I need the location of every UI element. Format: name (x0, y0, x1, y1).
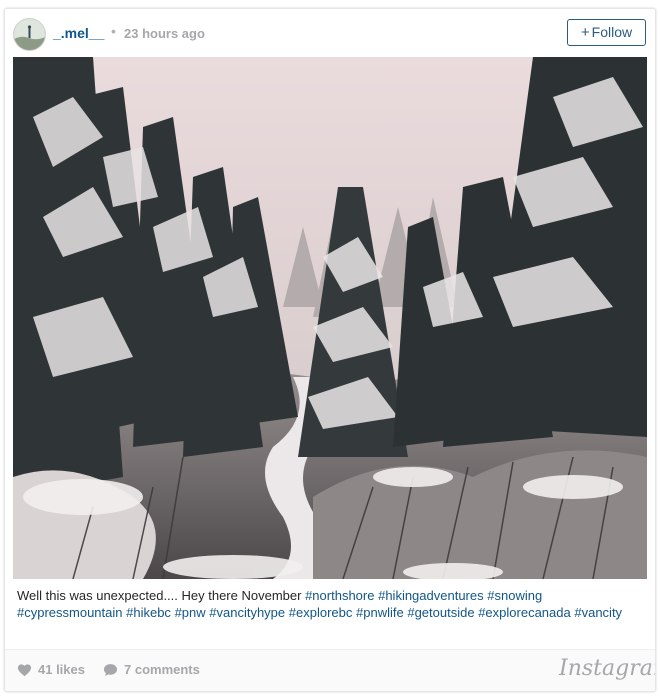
hashtag-link[interactable]: #vancity (574, 605, 622, 620)
post-photo[interactable] (13, 57, 647, 579)
hashtag-link[interactable]: #vancityhype (209, 605, 285, 620)
instagram-logo[interactable]: Instagram (559, 656, 655, 681)
hashtag-link[interactable]: #hikingadventures (378, 588, 484, 603)
comments-count: 7 comments (124, 662, 200, 677)
caption-text: Well this was unexpected.... Hey there N… (17, 588, 302, 603)
follow-label: Follow (591, 24, 633, 40)
separator-dot: • (111, 23, 116, 39)
follow-button[interactable]: + Follow (567, 19, 646, 46)
snowy-forest-image (13, 57, 647, 579)
plus-icon: + (580, 24, 590, 41)
hashtag-link[interactable]: #northshore (305, 588, 374, 603)
avatar[interactable] (13, 18, 46, 51)
post-caption: Well this was unexpected.... Hey there N… (17, 587, 643, 621)
instagram-embed-card: _.mel__ • 23 hours ago + Follow Well thi… (4, 8, 656, 692)
hashtag-link[interactable]: #pnwlife (356, 605, 404, 620)
comment-icon (103, 664, 118, 676)
hashtag-link[interactable]: #explorecanada (478, 605, 571, 620)
likes-count: 41 likes (38, 662, 85, 677)
hashtag-link[interactable]: #cypressmountain (17, 605, 123, 620)
post-header: _.mel__ • 23 hours ago + Follow (5, 9, 655, 57)
avatar-image (14, 19, 45, 50)
hashtag-link[interactable]: #hikebc (126, 605, 171, 620)
hashtag-link[interactable]: #getoutside (407, 605, 474, 620)
hashtag-link[interactable]: #explorebc (289, 605, 353, 620)
username-link[interactable]: _.mel__ (53, 25, 104, 41)
comments-link[interactable]: 7 comments (103, 662, 200, 680)
post-time: 23 hours ago (124, 26, 205, 41)
hashtag-link[interactable]: #snowing (487, 588, 542, 603)
likes-link[interactable]: 41 likes (17, 662, 85, 680)
hashtag-link[interactable]: #pnw (175, 605, 206, 620)
heart-icon (17, 664, 32, 677)
post-footer: 41 likes 7 comments Instagram (5, 649, 655, 691)
